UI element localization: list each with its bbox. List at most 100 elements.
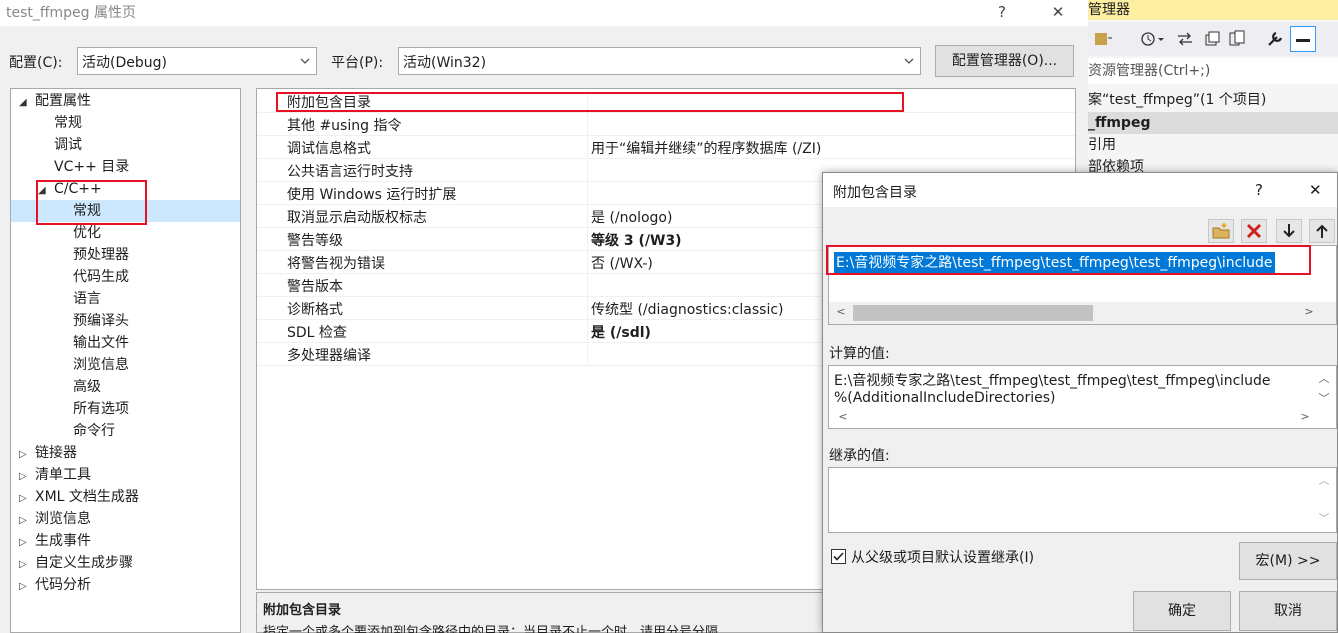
show-all-files-icon[interactable]: [1228, 30, 1246, 48]
tree-item[interactable]: 预编译头: [73, 310, 129, 332]
scroll-right-icon[interactable]: >: [1301, 305, 1317, 318]
chevron-down-icon: [904, 58, 914, 64]
tree-item[interactable]: ▷ 清单工具: [19, 464, 91, 486]
tree-item[interactable]: 输出文件: [73, 332, 129, 354]
property-value[interactable]: 是 (/nologo): [591, 207, 672, 227]
computed-line-2: %(AdditionalIncludeDirectories): [834, 390, 1056, 406]
expand-arrow-icon[interactable]: ▷: [19, 488, 35, 510]
move-down-button[interactable]: [1276, 219, 1302, 243]
delete-line-button[interactable]: [1241, 219, 1267, 243]
tree-item[interactable]: 优化: [73, 222, 101, 244]
config-select[interactable]: 活动(Debug): [77, 47, 317, 75]
property-row[interactable]: 其他 #using 指令: [257, 113, 1075, 136]
new-line-button[interactable]: [1208, 219, 1234, 243]
scroll-right-icon[interactable]: >: [1297, 410, 1313, 423]
highlight-box-entry: [826, 245, 1311, 275]
tree-item[interactable]: 预处理器: [73, 244, 129, 266]
dash-icon: [1296, 39, 1310, 42]
highlight-box-tree: [36, 180, 147, 225]
tree-item[interactable]: VC++ 目录: [54, 156, 129, 178]
tree-item[interactable]: 所有选项: [73, 398, 129, 420]
close-button[interactable]: ✕: [1038, 0, 1078, 24]
tree-item[interactable]: 浏览信息: [73, 354, 129, 376]
platform-select[interactable]: 活动(Win32): [398, 47, 921, 75]
tree-item[interactable]: 常规: [54, 112, 82, 134]
tree-item[interactable]: 高级: [73, 376, 101, 398]
dialog-title-bar: 附加包含目录 ? ✕: [823, 173, 1337, 207]
expand-arrow-icon[interactable]: ▷: [19, 466, 35, 488]
solution-explorer-toolbar: [1088, 22, 1338, 56]
expand-arrow-icon[interactable]: ▷: [19, 510, 35, 532]
dialog-help-button[interactable]: ?: [1255, 181, 1263, 199]
config-label: 配置(C):: [9, 55, 63, 71]
expand-arrow-icon[interactable]: ▷: [19, 444, 35, 466]
dialog-close-button[interactable]: ✕: [1309, 181, 1322, 199]
config-manager-button[interactable]: 配置管理器(O)...: [935, 45, 1074, 77]
scroll-up-icon[interactable]: ︿: [1316, 370, 1332, 386]
tree-item[interactable]: ▷ 浏览信息: [19, 508, 91, 530]
list-hscrollbar[interactable]: < >: [829, 302, 1336, 324]
ok-button[interactable]: 确定: [1133, 591, 1231, 631]
references-row[interactable]: 引用: [1088, 134, 1338, 156]
expand-arrow-icon[interactable]: ▷: [19, 554, 35, 576]
help-button[interactable]: ?: [982, 0, 1022, 24]
property-value[interactable]: 用于“编辑并继续”的程序数据库 (/ZI): [591, 138, 821, 158]
property-row[interactable]: 调试信息格式 用于“编辑并继续”的程序数据库 (/ZI): [257, 136, 1075, 159]
column-separator: [587, 182, 588, 205]
move-up-button[interactable]: [1309, 219, 1335, 243]
property-value[interactable]: 是 (/sdl): [591, 322, 651, 342]
collapse-icon[interactable]: [1204, 30, 1222, 48]
property-value[interactable]: 传统型 (/diagnostics:classic): [591, 299, 784, 319]
tree-item-label: VC++ 目录: [54, 159, 130, 175]
preview-toggle-button[interactable]: [1290, 26, 1316, 52]
solution-explorer-search[interactable]: 资源管理器(Ctrl+;): [1088, 58, 1338, 84]
column-separator: [587, 297, 588, 320]
inherit-checkbox[interactable]: [831, 549, 846, 564]
tree-item[interactable]: ◢ 配置属性: [19, 90, 91, 112]
macro-button[interactable]: 宏(M) >>: [1239, 542, 1337, 580]
tree-item-label: 语言: [73, 291, 101, 307]
inherited-values-box: ︿ ﹀: [828, 467, 1337, 533]
inherit-checkbox-label[interactable]: 从父级或项目默认设置继承(I): [851, 547, 1034, 567]
property-name: 使用 Windows 运行时扩展: [287, 187, 457, 203]
tree-item[interactable]: ▷ XML 文档生成器: [19, 486, 139, 508]
tree-item[interactable]: 代码生成: [73, 266, 129, 288]
tree-item[interactable]: 命令行: [73, 420, 115, 442]
tree-item[interactable]: ▷ 代码分析: [19, 574, 91, 596]
expand-arrow-icon[interactable]: ▷: [19, 576, 35, 598]
property-value[interactable]: 等级 3 (/W3): [591, 230, 682, 250]
project-row[interactable]: _ffmpeg: [1088, 112, 1338, 134]
description-text: 指定一个或多个要添加到包含路径中的目录；当目录不止一个时，请用分号分隔: [263, 625, 719, 633]
property-name: 其他 #using 指令: [287, 118, 402, 134]
scroll-up-icon: ︿: [1318, 474, 1330, 487]
swap-icon[interactable]: [1176, 30, 1194, 48]
property-tree: ◢ 配置属性 常规 调试 VC++ 目录 ◢ C/C++ 常规 优化 预处理器 代码生成 语言 预编译头…: [10, 88, 241, 633]
scroll-down-icon[interactable]: ﹀: [1316, 390, 1332, 406]
delete-x-icon: [1246, 223, 1262, 239]
checkmark-icon: [833, 552, 844, 561]
scroll-left-icon[interactable]: <: [833, 305, 849, 318]
tree-item[interactable]: 语言: [73, 288, 101, 310]
cancel-button[interactable]: 取消: [1239, 591, 1337, 631]
collapse-arrow-icon[interactable]: ◢: [19, 92, 35, 114]
properties-wrench-icon[interactable]: [1266, 30, 1286, 48]
tree-item[interactable]: ▷ 自定义生成步骤: [19, 552, 133, 574]
solution-row[interactable]: 案“test_ffmpeg”(1 个项目): [1088, 89, 1338, 111]
tree-item[interactable]: ▷ 链接器: [19, 442, 77, 464]
tree-item-label: 输出文件: [73, 335, 129, 351]
property-name: 取消显示启动版权标志: [287, 210, 427, 226]
tree-item-label: 配置属性: [35, 93, 91, 109]
history-icon[interactable]: [1140, 30, 1168, 48]
sync-icon[interactable]: [1092, 30, 1114, 48]
expand-arrow-icon[interactable]: ▷: [19, 532, 35, 554]
scroll-thumb[interactable]: [853, 305, 1093, 321]
tree-item[interactable]: ▷ 生成事件: [19, 530, 91, 552]
tree-item[interactable]: 调试: [54, 134, 82, 156]
new-folder-icon: [1212, 223, 1230, 239]
tree-item-label: 命令行: [73, 423, 115, 439]
scroll-left-icon[interactable]: <: [835, 410, 851, 423]
property-value[interactable]: 否 (/WX-): [591, 253, 653, 273]
highlight-box-property: [276, 92, 904, 112]
property-name: 警告等级: [287, 233, 343, 249]
dialog-title: 附加包含目录: [833, 185, 917, 201]
